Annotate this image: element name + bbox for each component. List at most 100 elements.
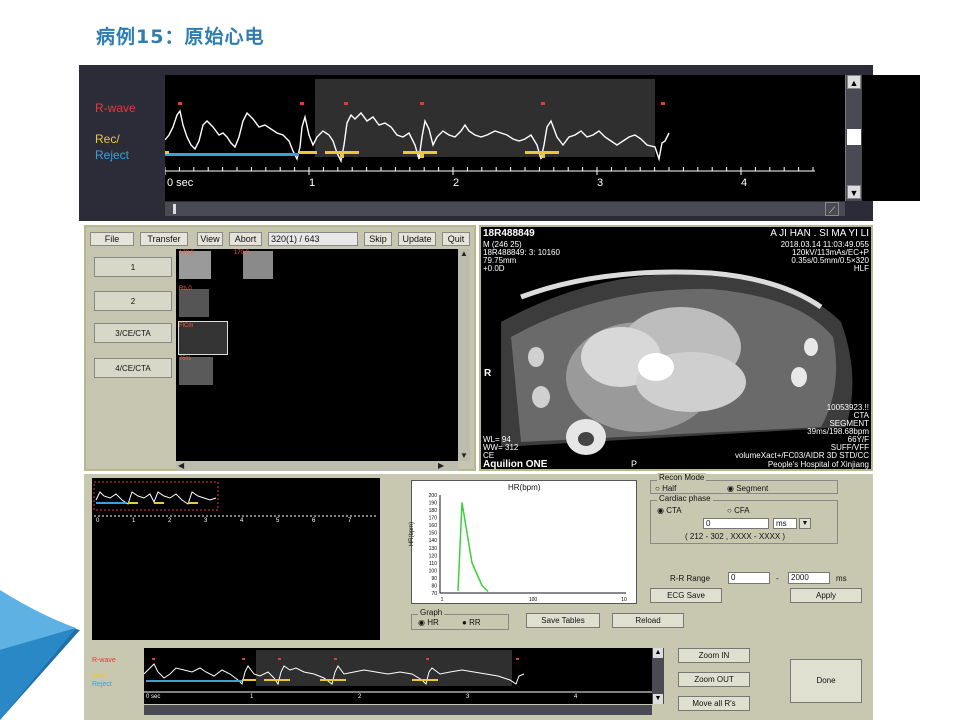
hr-ytick-label: 140	[429, 538, 438, 544]
reject-label: Reject	[92, 681, 112, 688]
ct-image-viewer[interactable]: 18R488849 M (246 25) 18R488849: 3: 10160…	[479, 225, 873, 471]
radio-unselected-icon: ○	[727, 506, 732, 515]
top-horizontal-scrollbar[interactable]	[165, 202, 845, 216]
view-button[interactable]: View	[197, 232, 223, 246]
mini-axis-tick: 2	[168, 518, 172, 524]
phase-value-input[interactable]: 0	[703, 518, 769, 529]
hr-graph-svg: 2001901801701601501401301201101009080701…	[429, 493, 627, 603]
series-button[interactable]: 4/CE/CTA	[94, 358, 172, 378]
rr-radio[interactable]: ● RR	[462, 618, 481, 627]
half-radio[interactable]: ○ Half	[655, 484, 676, 493]
axis-tick-label: 0 sec	[167, 177, 194, 189]
hr-radio-label: HR	[427, 618, 439, 627]
half-radio-label: Half	[662, 484, 677, 493]
hr-ytick-label: 120	[429, 553, 438, 559]
hscroll-thumb[interactable]	[173, 204, 176, 214]
thumbnail-label: 75%	[179, 356, 192, 362]
recon-mode-label: Recon Mode	[657, 473, 707, 482]
ecg-save-button[interactable]: ECG Save	[650, 588, 722, 603]
axis-tick-label: 2	[358, 694, 362, 700]
ecg-overview-panel[interactable]: 0 1 2 3 4 5 6 7	[92, 478, 380, 640]
cta-radio[interactable]: ◉ CTA	[657, 506, 682, 515]
top-vertical-scrollbar[interactable]: ▲ ▼	[845, 75, 862, 201]
hr-graph-panel: HR(bpm) HR(bpm) 200 190 180 170 160 150 140 130…	[409, 480, 637, 604]
ct-scanner-model: Aquilion ONE	[483, 459, 548, 470]
transfer-button[interactable]: Transfer	[140, 232, 188, 246]
ct-patient-name: A JI HAN . SI MA YI LI	[770, 228, 869, 239]
phase-unit-select[interactable]: ms	[773, 518, 797, 529]
thumbnail-vertical-scrollbar[interactable]: ▲ ▼	[458, 249, 470, 461]
series-button[interactable]: 2	[94, 291, 172, 311]
ct-patient-id: 18R488849	[483, 228, 535, 239]
hr-ytick-label: 190	[429, 501, 438, 507]
mini-axis-tick: 0	[96, 518, 100, 524]
file-button[interactable]: File	[90, 232, 134, 246]
series-button[interactable]: 3/CE/CTA	[94, 323, 172, 343]
thumbnail-label: 170.0	[179, 250, 195, 256]
recon-mode-group: Recon Mode ○ Half ◉ Segment	[650, 473, 838, 494]
segment-radio[interactable]: ◉ Segment	[727, 484, 768, 493]
cfa-radio-label: CFA	[734, 506, 750, 515]
rr-min-input[interactable]: 0	[728, 572, 770, 584]
rr-max-input[interactable]: 2000	[788, 572, 830, 584]
scroll-up-icon[interactable]: ▲	[459, 249, 469, 259]
bottom-ecg-trace-area[interactable]: 0 sec 1 2 3 4	[144, 648, 652, 704]
scroll-up-icon[interactable]: ▲	[847, 75, 861, 89]
ct-hospital-name: People's Hospital of Xinjiang	[767, 460, 869, 469]
scroll-right-icon[interactable]: ▶	[438, 461, 444, 470]
move-all-rs-button[interactable]: Move all R's	[678, 696, 750, 711]
reject-bar	[165, 153, 299, 156]
update-button[interactable]: Update	[398, 232, 436, 246]
ct-info-line: volumeXact+/FC03/AIDR 3D STD/CC	[734, 451, 869, 460]
scroll-up-icon[interactable]: ▲	[653, 648, 663, 658]
zoom-in-button[interactable]: Zoom IN	[678, 648, 750, 663]
hr-ytick-label: 160	[429, 523, 438, 529]
bottom-horizontal-scrollbar[interactable]	[144, 705, 652, 715]
zoom-out-button[interactable]: Zoom OUT	[678, 672, 750, 687]
apply-button[interactable]: Apply	[790, 588, 862, 603]
rwave-label: R-wave	[92, 657, 116, 664]
bottom-control-panel: 0 1 2 3 4 5 6 7 HR(bpm) HR(bpm) 200 190 18…	[84, 473, 873, 720]
cfa-radio[interactable]: ○ CFA	[727, 506, 750, 515]
thumbnail-label: FlCm	[179, 323, 194, 329]
scroll-thumb[interactable]	[847, 129, 861, 145]
reload-button[interactable]: Reload	[612, 613, 684, 628]
series-button[interactable]: 1	[94, 257, 172, 277]
chevron-down-icon[interactable]: ▼	[799, 518, 811, 529]
ct-info-line: HLF	[853, 264, 869, 273]
axis-tick-label: 3	[466, 694, 470, 700]
resize-corner-icon[interactable]: ⟋	[825, 202, 839, 216]
thumbnail[interactable]	[179, 289, 209, 317]
hr-xtick-label: 1	[441, 597, 444, 603]
hr-ytick-label: 100	[429, 568, 438, 574]
hr-ytick-label: 80	[431, 583, 437, 589]
hr-ytick-label: 170	[429, 516, 438, 522]
quit-button[interactable]: Quit	[442, 232, 470, 246]
scroll-down-icon[interactable]: ▼	[847, 185, 861, 199]
skip-button[interactable]: Skip	[364, 232, 392, 246]
ecg-trace-area[interactable]: 0 sec 1 2 3 4	[165, 75, 920, 201]
axis-tick-label: 1	[250, 694, 254, 700]
mini-axis-tick: 3	[204, 518, 208, 524]
selection-window	[256, 650, 512, 686]
slide-title: 病例15：原始心电	[96, 26, 265, 48]
bottom-vertical-scrollbar[interactable]: ▲ ▼	[652, 648, 664, 704]
rec-label: Rec/	[92, 673, 107, 680]
cardiac-phase-label: Cardiac phase	[657, 494, 713, 503]
scroll-down-icon[interactable]: ▼	[459, 451, 469, 461]
axis-tick-label: 2	[453, 177, 460, 189]
hr-ytick-label: 200	[429, 493, 438, 499]
scroll-down-icon[interactable]: ▼	[653, 694, 663, 704]
thumbnail-horizontal-scrollbar[interactable]: ◀ ▶	[176, 461, 458, 471]
radio-selected-icon: ◉	[727, 484, 734, 493]
hr-radio[interactable]: ◉ HR	[418, 618, 439, 627]
hr-ytick-label: 130	[429, 546, 438, 552]
hr-ytick-label: 90	[431, 576, 437, 582]
abort-button[interactable]: Abort	[229, 232, 262, 246]
scroll-left-icon[interactable]: ◀	[178, 461, 184, 470]
done-button[interactable]: Done	[790, 659, 862, 703]
mini-axis-tick: 1	[132, 518, 136, 524]
save-tables-button[interactable]: Save Tables	[526, 613, 600, 628]
cta-radio-label: CTA	[666, 506, 682, 515]
segment-radio-label: Segment	[736, 484, 769, 493]
